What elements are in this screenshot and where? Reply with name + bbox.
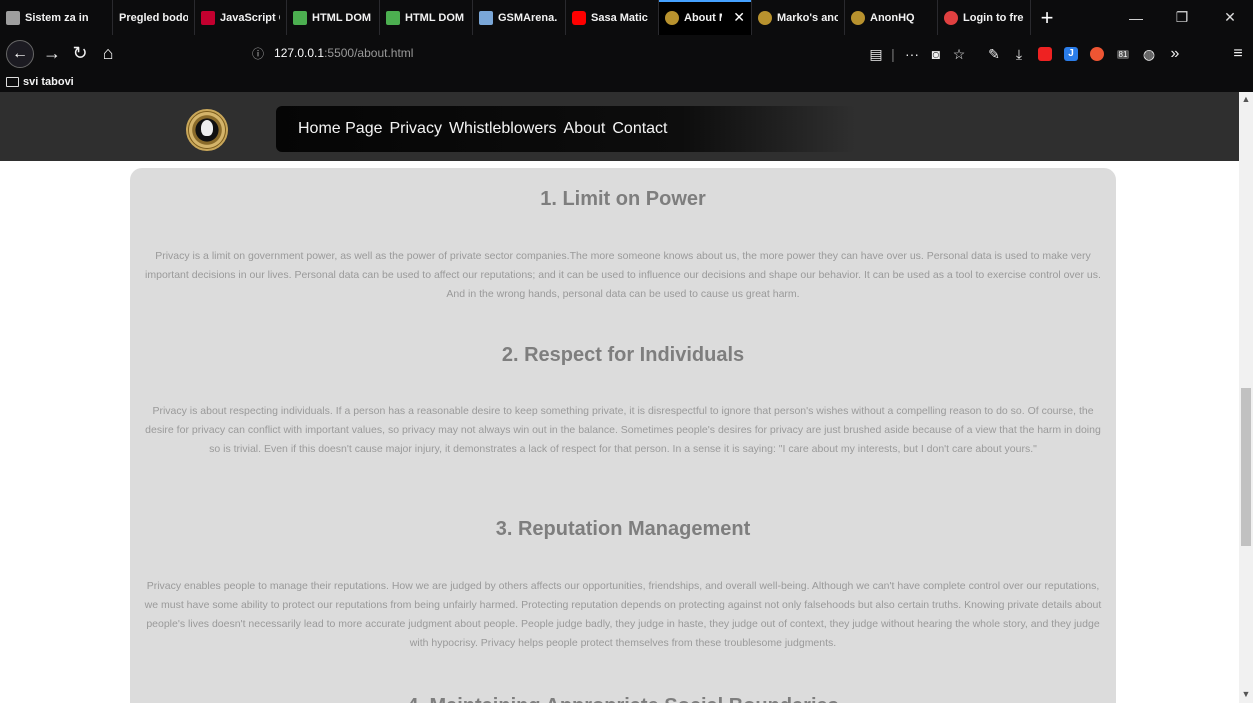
site-nav: Home Page Privacy Whistleblowers About C… — [276, 106, 856, 152]
nav-home[interactable]: Home Page — [298, 120, 383, 138]
nav-about[interactable]: About — [564, 120, 606, 138]
tab-strip: Sistem za in Pregled bodova JavaScript C… — [0, 0, 1253, 35]
tab-favicon-icon — [572, 10, 586, 25]
section-body: Privacy is about respecting individuals.… — [145, 405, 1101, 455]
browser-tab[interactable]: AnonHQ — [845, 0, 938, 35]
minimize-icon[interactable]: — — [1113, 0, 1159, 35]
content-panel: 1. Limit on Power Privacy is a limit on … — [130, 168, 1116, 703]
tab-favicon-icon — [944, 10, 958, 25]
back-arrow-icon[interactable]: ← — [6, 39, 34, 68]
browser-tab-active[interactable]: About M ✕ — [659, 0, 752, 35]
section-heading: 1. Limit on Power — [540, 188, 706, 210]
tab-favicon-icon — [851, 10, 865, 25]
scroll-up-icon[interactable]: ▲ — [1239, 94, 1253, 106]
scrollbar-thumb[interactable] — [1241, 388, 1251, 546]
browser-tab[interactable]: HTML DOM — [380, 0, 473, 35]
tab-favicon-icon — [6, 10, 20, 25]
restore-icon[interactable]: ❐ — [1159, 0, 1205, 35]
ublock-icon[interactable]: ◍ — [1140, 45, 1158, 63]
tab-title: GSMArena. — [498, 11, 558, 24]
browser-tab[interactable]: JavaScript C — [195, 0, 287, 35]
close-tab-icon[interactable]: ✕ — [733, 9, 745, 26]
new-tab-icon[interactable]: + — [1031, 0, 1063, 35]
page-actions-icon[interactable]: ··· — [902, 45, 922, 63]
tab-favicon-icon — [201, 10, 215, 25]
tab-title: HTML DOM — [312, 11, 372, 24]
tab-favicon-icon — [758, 10, 772, 25]
tab-title: JavaScript C — [220, 11, 280, 24]
close-window-icon[interactable]: ✕ — [1207, 0, 1253, 35]
nav-privacy[interactable]: Privacy — [390, 120, 442, 138]
home-icon[interactable]: ⌂ — [94, 40, 122, 68]
url-host: 127.0.0.1 — [274, 46, 325, 60]
tab-favicon-icon — [293, 10, 307, 25]
scroll-down-icon[interactable]: ▼ — [1239, 689, 1253, 701]
forward-arrow-icon[interactable]: → — [38, 40, 66, 68]
section-heading: 2. Respect for Individuals — [501, 344, 745, 366]
site-info-icon[interactable]: ⓘ — [252, 45, 264, 62]
anonymous-logo-icon[interactable] — [186, 109, 228, 151]
url-path: :5500/about.html — [324, 46, 414, 60]
tab-title: HTML DOM — [405, 11, 465, 24]
extension-red-icon[interactable] — [1036, 45, 1054, 63]
section-body: Privacy enables people to manage their r… — [144, 580, 1102, 649]
overflow-chevron-icon[interactable]: » — [1166, 45, 1184, 63]
reader-view-icon[interactable]: ▤ — [868, 45, 884, 63]
tab-title: Marko's anc — [777, 11, 838, 24]
page-scrollbar[interactable]: ▲ ▼ — [1239, 92, 1253, 703]
bookmark-star-icon[interactable]: ☆ — [950, 45, 968, 63]
nav-contact[interactable]: Contact — [612, 120, 667, 138]
tab-favicon-icon — [665, 10, 679, 25]
extension-j-icon[interactable]: J — [1062, 45, 1080, 63]
browser-tab[interactable]: GSMArena. — [473, 0, 566, 35]
browser-tab[interactable]: Login to fre — [938, 0, 1031, 35]
tab-title: Sasa Matic — [591, 11, 648, 24]
menu-hamburger-icon[interactable]: ≡ — [1228, 45, 1248, 63]
tab-favicon-icon — [479, 10, 493, 25]
browser-tab[interactable]: Pregled bodova — [113, 0, 195, 35]
site-header: Home Page Privacy Whistleblowers About C… — [0, 92, 1239, 161]
tab-title: Sistem za in — [25, 11, 89, 24]
reload-icon[interactable]: ↻ — [66, 40, 94, 68]
folder-icon — [6, 77, 19, 87]
page-viewport: Home Page Privacy Whistleblowers About C… — [0, 92, 1239, 703]
tab-favicon-icon — [386, 10, 400, 25]
nav-whistleblowers[interactable]: Whistleblowers — [449, 120, 557, 138]
download-icon[interactable]: ⤓ — [1010, 45, 1028, 63]
address-bar[interactable]: ⓘ 127.0.0.1 :5500/about.html — [252, 39, 852, 67]
separator: | — [891, 46, 895, 62]
browser-tab[interactable]: Marko's anc — [752, 0, 845, 35]
nav-toolbar: ← → ↻ ⌂ ⓘ 127.0.0.1 :5500/about.html ▤ |… — [0, 35, 1253, 72]
browser-tab[interactable]: HTML DOM — [287, 0, 380, 35]
tab-title: AnonHQ — [870, 11, 915, 24]
tab-title: About M — [684, 11, 722, 24]
pocket-icon[interactable]: ◙ — [927, 45, 945, 63]
bookmark-folder-label[interactable]: svi tabovi — [23, 76, 74, 88]
browser-tab[interactable]: Sasa Matic — [566, 0, 659, 35]
browser-tab[interactable]: Sistem za in — [0, 0, 113, 35]
bookmarks-bar: svi tabovi — [0, 72, 1253, 92]
developer-wrench-icon[interactable]: ✎ — [985, 45, 1003, 63]
tab-title: Pregled bodova — [119, 11, 188, 24]
extension-badge-icon[interactable]: 81 — [1112, 45, 1134, 63]
section-heading: 3. Reputation Management — [495, 518, 751, 540]
section-heading: 4. Maintaining Appropriate Social Bounda… — [130, 695, 1116, 703]
section-body: Privacy is a limit on government power, … — [145, 250, 1101, 300]
extension-m-icon[interactable] — [1088, 45, 1106, 63]
tab-title: Login to fre — [963, 11, 1024, 24]
